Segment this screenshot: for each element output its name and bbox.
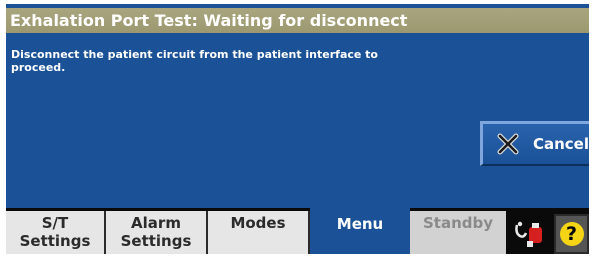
cancel-button-label: Cancel [532,135,589,153]
tab-label-line-1: S/T [41,214,69,232]
tab-label-line-2: Settings [19,232,91,250]
tab-label-line-2: Settings [120,232,192,250]
title-bar: Exhalation Port Test: Waiting for discon… [6,8,589,33]
tab-modes[interactable]: Modes [208,211,310,254]
page-title: Exhalation Port Test: Waiting for discon… [10,11,408,30]
help-button[interactable]: ? [554,214,589,254]
help-icon: ? [559,222,584,246]
patient-mask-icon[interactable] [513,219,547,249]
instruction-message: Disconnect the patient circuit from the … [11,48,451,74]
tab-label-line-1: Alarm [131,214,181,232]
message-line-1: Disconnect the patient circuit from the … [11,48,378,61]
tab-alarm-settings[interactable]: Alarm Settings [106,211,208,254]
bottom-tab-bar: S/T Settings Alarm Settings Modes Menu S… [6,208,589,254]
tab-label-line-1: Menu [336,215,384,233]
tab-st-settings[interactable]: S/T Settings [6,211,106,254]
tab-menu[interactable]: Menu [310,208,410,254]
tab-label-line-1: Modes [230,214,286,232]
tab-label-line-1: Standby [422,214,494,232]
cancel-button[interactable]: Cancel [480,121,589,166]
ventilator-screen: Exhalation Port Test: Waiting for discon… [6,4,589,254]
x-icon [497,133,519,155]
tab-standby[interactable]: Standby [410,211,506,254]
message-line-2: proceed. [11,61,66,74]
